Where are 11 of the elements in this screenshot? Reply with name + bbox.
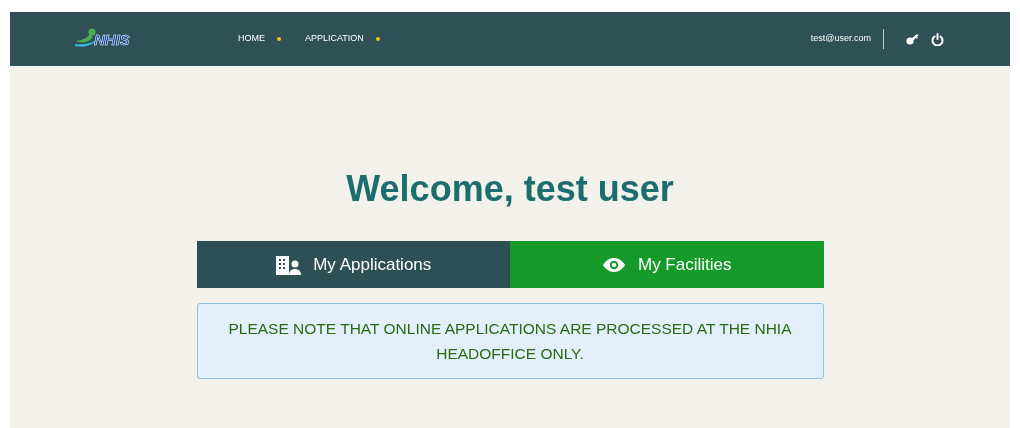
- user-email: test@user.com: [810, 32, 871, 46]
- nav-link[interactable]: APPLICATION: [305, 32, 364, 46]
- building-person-icon: [275, 254, 302, 275]
- dashboard-tab-button[interactable]: My Facilities: [510, 241, 824, 288]
- key-icon[interactable]: [906, 33, 919, 45]
- power-icon[interactable]: [931, 32, 944, 46]
- dashboard-tab-button[interactable]: My Applications: [196, 241, 510, 288]
- welcome-heading: Welcome, test user: [346, 167, 674, 211]
- eye-icon: [602, 256, 626, 273]
- notice-alert: PLEASE NOTE THAT ONLINE APPLICATIONS ARE PROCESSED AT THE NHIA HEADOFFICE ONLY.: [196, 303, 824, 379]
- nav-link[interactable]: HOME: [238, 32, 265, 46]
